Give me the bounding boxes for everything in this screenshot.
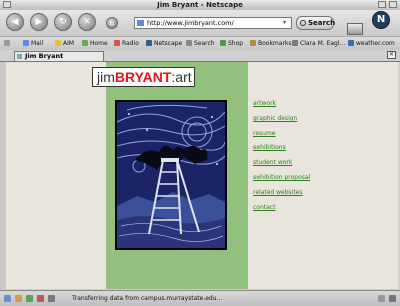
radio-icon [114,40,120,46]
bookmark-search[interactable]: Search [186,37,215,50]
bookmark-bookmarks[interactable]: Bookmarks [250,37,292,50]
tab-label: Jim Bryant [25,52,64,60]
status-text: Transferring data from campus.murraystat… [72,295,223,302]
address-book-icon[interactable] [48,295,55,302]
browser-window: Jim Bryant - Netscape ◀ ▶ ↻ ✕ ⌂ http://w… [0,0,400,306]
reload-icon[interactable]: ↻ [54,13,72,31]
link-contact[interactable]: contact [253,202,310,217]
link-related-websites[interactable]: related websites [253,187,310,202]
tab-bar: Jim Bryant ✕ [0,50,400,62]
search-bookmark-icon [186,40,192,46]
netscape-throbber-icon[interactable]: N [372,11,390,29]
status-bar: Transferring data from campus.murraystat… [0,290,400,306]
navigator-icon[interactable] [4,295,11,302]
aim-icon [55,40,61,46]
page-proxy-icon [137,20,144,26]
page-content: jimBRYANT:art artwork graphic design res… [6,62,398,289]
window-title: Jim Bryant - Netscape [157,1,243,9]
page-icon [292,40,298,46]
site-nav: artwork graphic design resume exhibition… [253,98,310,216]
security-lock-icon[interactable] [378,295,385,302]
bookmark-aim[interactable]: AIM [55,37,74,50]
bookmark-shop[interactable]: Shop [220,37,243,50]
personal-toolbar: Mail AIM Home Radio Netscape Search Shop… [0,36,400,51]
url-dropdown-icon[interactable]: ▾ [283,19,290,27]
site-logo[interactable]: jimBRYANT:art [92,67,195,87]
search-button-label: Search [308,19,336,27]
composer-icon[interactable] [37,295,44,302]
bookmark-mail[interactable]: Mail [23,37,43,50]
url-field[interactable]: http://www.jimbryant.com/ ▾ [134,17,292,29]
url-text: http://www.jimbryant.com/ [147,19,234,27]
aim-status-icon[interactable] [26,295,33,302]
bookmark-netscape[interactable]: Netscape [146,37,182,50]
throbber-letter: N [376,14,386,25]
zoom-window-icon[interactable] [389,1,397,8]
link-artwork[interactable]: artwork [253,98,310,113]
link-exhibitions[interactable]: exhibitions [253,142,310,157]
search-button[interactable]: Search [296,16,336,30]
minimize-window-icon[interactable] [378,1,386,8]
link-resume[interactable]: resume [253,128,310,143]
link-graphic-design[interactable]: graphic design [253,113,310,128]
navigation-toolbar: ◀ ▶ ↻ ✕ ⌂ http://www.jimbryant.com/ ▾ Se… [0,10,400,36]
woodcut-illustration [117,102,225,248]
shop-icon [220,40,226,46]
link-student-work[interactable]: student work [253,157,310,172]
tab-jim-bryant[interactable]: Jim Bryant [14,51,104,61]
bookmarks-icon [250,40,256,46]
forward-arrow-icon[interactable]: ▶ [30,13,48,31]
bookmark-weather[interactable]: weather.com [348,37,395,50]
online-status-icon[interactable] [389,295,396,302]
bookmark-home[interactable]: Home [82,37,108,50]
stop-icon[interactable]: ✕ [78,13,96,31]
search-icon [300,20,306,26]
weather-icon [348,40,354,46]
home-icon[interactable]: ⌂ [106,17,118,29]
favicon-icon [17,54,22,59]
bookmark-clara[interactable]: Clara M. Eagl... [292,37,345,50]
close-tab-icon[interactable]: ✕ [387,51,396,59]
home-bookmark-icon [82,40,88,46]
print-icon[interactable] [347,23,363,35]
mail-icon [23,40,29,46]
artwork-image [115,100,227,250]
mail-status-icon[interactable] [15,295,22,302]
back-arrow-icon[interactable]: ◀ [6,13,24,31]
bookmark-radio[interactable]: Radio [114,37,139,50]
link-exhibition-proposal[interactable]: exhibition proposal [253,172,310,187]
toolbar-tabs-icon[interactable] [4,37,12,50]
netscape-icon [146,40,152,46]
